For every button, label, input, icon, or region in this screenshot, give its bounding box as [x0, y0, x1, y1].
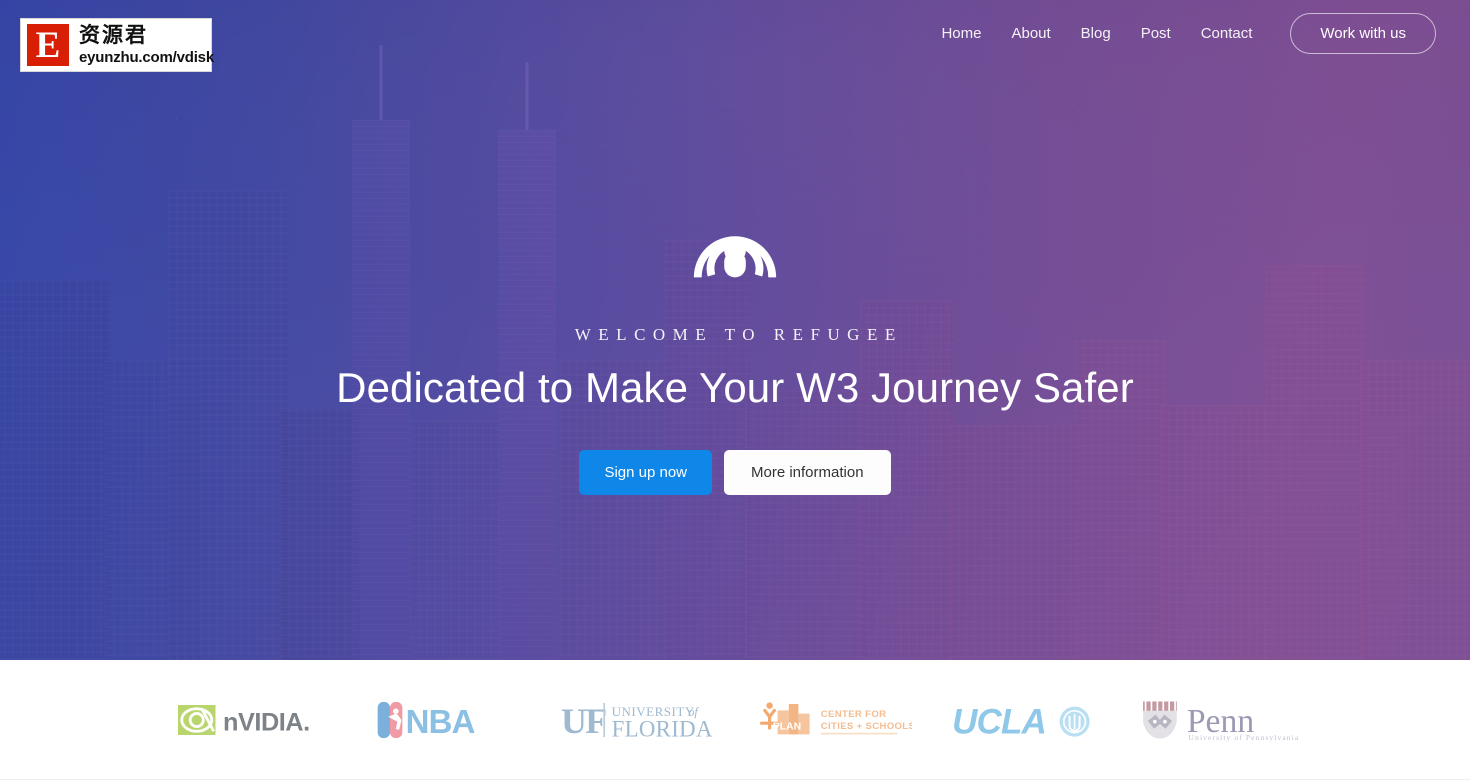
nav-link-contact[interactable]: Contact: [1186, 17, 1268, 50]
nav-link-post[interactable]: Post: [1126, 17, 1186, 50]
partner-logo-university-of-pennsylvania[interactable]: Penn University of Pennsylvania: [1121, 685, 1314, 755]
nvidia-eye-mark: [177, 704, 215, 735]
watermark-overlay: E 资源君 eyunzhu.com/vdisk: [20, 18, 214, 72]
watermark-url: eyunzhu.com/vdisk: [79, 49, 214, 66]
svg-text:PLAN: PLAN: [772, 721, 800, 732]
svg-text:FLORIDA: FLORIDA: [612, 716, 713, 740]
partner-logo-y-plan-cities-schools[interactable]: PLAN CENTER FOR CITIES + SCHOOLS: [735, 685, 928, 755]
broadcast-signal-icon: [686, 197, 784, 295]
main-navigation: Refugee Home About Blog Post Contact Wor…: [0, 0, 1470, 66]
partner-logo-ucla[interactable]: UCLA: [928, 685, 1121, 755]
y-plan-skyline-mark: PLAN: [759, 701, 810, 734]
nba-player-mark: [377, 701, 402, 738]
svg-text:nVIDIA.: nVIDIA.: [223, 708, 310, 736]
watermark-chinese-text: 资源君: [79, 23, 148, 47]
partner-logo-nvidia[interactable]: nVIDIA.: [156, 685, 349, 755]
more-information-button[interactable]: More information: [724, 450, 891, 495]
hero-eyebrow: WELCOME TO REFUGEE: [574, 325, 903, 344]
svg-text:UF: UF: [561, 701, 606, 740]
nav-link-about[interactable]: About: [996, 17, 1065, 50]
nav-link-blog[interactable]: Blog: [1066, 17, 1126, 50]
nav-link-home[interactable]: Home: [926, 17, 996, 50]
svg-text:UCLA: UCLA: [952, 702, 1046, 740]
svg-text:University of Pennsylvania: University of Pennsylvania: [1188, 733, 1297, 742]
hero-section: Refugee Home About Blog Post Contact Wor…: [0, 0, 1470, 660]
partner-logo-university-of-florida[interactable]: UF UNIVERSITY of FLORIDA: [542, 685, 735, 755]
watermark-text: 资源君 eyunzhu.com/vdisk: [79, 23, 214, 66]
sign-up-now-button[interactable]: Sign up now: [579, 450, 712, 495]
nav-links-group: Home About Blog Post Contact Work with u…: [926, 12, 1436, 54]
svg-text:CENTER FOR: CENTER FOR: [820, 708, 886, 719]
hero-cta-row: Sign up now More information: [579, 450, 891, 495]
svg-text:CITIES + SCHOOLS: CITIES + SCHOOLS: [820, 720, 911, 731]
partner-logo-strip: nVIDIA. NBA UF UNIVERSITY of FLORIDA PLA…: [0, 660, 1470, 780]
hero-headline: Dedicated to Make Your W3 Journey Safer: [336, 364, 1134, 411]
penn-shield-icon: [1142, 700, 1177, 739]
hero-content: WELCOME TO REFUGEE Dedicated to Make You…: [0, 0, 1470, 660]
watermark-logo-letter: E: [25, 22, 71, 68]
svg-text:NBA: NBA: [405, 703, 474, 740]
ucla-seal-icon: [1059, 706, 1090, 737]
work-with-us-button[interactable]: Work with us: [1290, 12, 1436, 54]
partner-logo-nba[interactable]: NBA: [349, 685, 542, 755]
